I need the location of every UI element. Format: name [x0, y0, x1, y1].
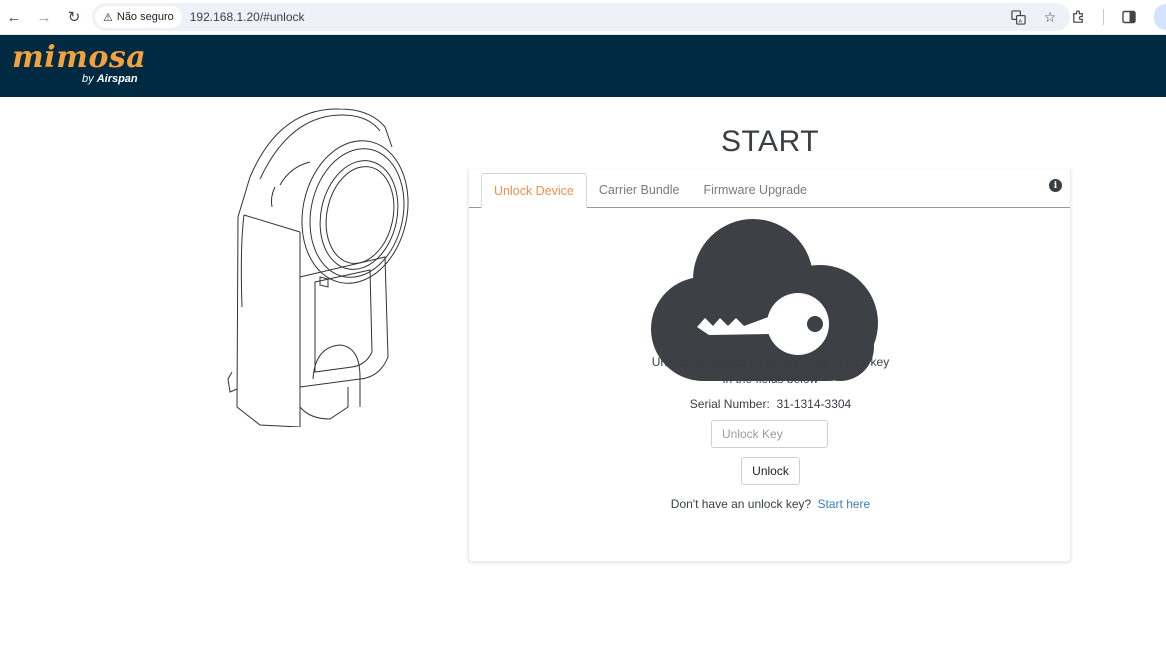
serial-label: Serial Number:: [689, 397, 770, 411]
no-key-text: Don't have an unlock key?: [670, 497, 812, 511]
tab-bar: Unlock Device Carrier Bundle Firmware Up…: [469, 169, 1070, 208]
tab-carrier-bundle[interactable]: Carrier Bundle: [587, 173, 692, 207]
reload-icon[interactable]: ↻: [62, 5, 86, 29]
app-header: mimosa by Airspan: [0, 35, 1166, 97]
serial-number: Serial Number: 31-1314-3304: [469, 397, 1072, 411]
mimosa-logo[interactable]: mimosa by Airspan: [12, 40, 147, 86]
tab-firmware-upgrade[interactable]: Firmware Upgrade: [691, 173, 819, 207]
translate-icon[interactable]: A: [1008, 7, 1028, 27]
back-arrow-icon[interactable]: ←: [2, 5, 26, 29]
main-content: START Unlock Device Carrier Bundle Firmw…: [0, 97, 1166, 648]
extensions-icon[interactable]: [1067, 6, 1089, 28]
info-icon[interactable]: i: [1049, 179, 1062, 192]
warning-icon: ⚠: [103, 11, 113, 24]
unlock-key-input[interactable]: [711, 420, 828, 448]
logo-byline: by Airspan: [82, 73, 138, 85]
no-key-prompt: Don't have an unlock key? Start here: [469, 497, 1072, 511]
security-label: Não seguro: [116, 11, 174, 23]
svg-text:A: A: [1018, 18, 1022, 24]
unlock-button[interactable]: Unlock: [741, 457, 800, 485]
device-illustration: [220, 107, 420, 432]
tab-unlock-device[interactable]: Unlock Device: [481, 173, 587, 208]
profile-avatar[interactable]: [1154, 4, 1166, 30]
security-chip[interactable]: ⚠ Não seguro: [95, 6, 182, 28]
start-here-link[interactable]: Start here: [818, 497, 871, 511]
unlock-panel: Unlock Device Carrier Bundle Firmware Up…: [468, 169, 1071, 562]
side-panel-icon[interactable]: [1118, 6, 1140, 28]
address-bar[interactable]: ⚠ Não seguro 192.168.1.20/#unlock A ☆: [92, 3, 1070, 31]
unlock-instructions: Unlock the device by entering the unlock…: [651, 355, 890, 386]
page-title: START: [720, 125, 820, 158]
star-icon[interactable]: ☆: [1040, 7, 1060, 27]
forward-arrow-icon[interactable]: →: [32, 5, 56, 29]
toolbar-divider: [1103, 9, 1104, 25]
logo-wordmark: mimosa: [12, 40, 147, 75]
serial-value: 31-1314-3304: [776, 397, 852, 411]
browser-toolbar: ← → ↻ ⚠ Não seguro 192.168.1.20/#unlock …: [0, 0, 1166, 35]
url-text[interactable]: 192.168.1.20/#unlock: [190, 10, 305, 24]
